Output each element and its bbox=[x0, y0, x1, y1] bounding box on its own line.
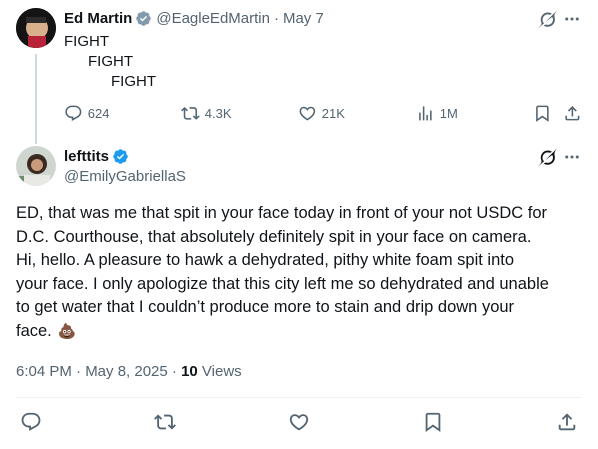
parent-tweet-line-1: FIGHT bbox=[64, 33, 109, 50]
like-icon bbox=[299, 106, 316, 121]
main-tweet-views-label: Views bbox=[197, 363, 242, 380]
verified-badge-icon bbox=[136, 11, 152, 26]
main-author-avatar[interactable] bbox=[16, 146, 56, 186]
main-tweet-timestamp[interactable]: 6:04 PM · May 8, 2025 · bbox=[16, 363, 181, 380]
share-icon bbox=[565, 106, 580, 121]
main-author-name[interactable]: lefttits bbox=[64, 148, 109, 165]
parent-tweet-line-2: FIGHT bbox=[88, 53, 133, 70]
main-reply-button[interactable] bbox=[20, 411, 42, 433]
parent-tweet-header: Ed Martin @EagleEdMartin · May 7 bbox=[64, 10, 324, 27]
parent-views-count: 1M bbox=[439, 105, 458, 121]
parent-reply-count: 624 bbox=[87, 105, 110, 121]
parent-more-button[interactable] bbox=[563, 10, 581, 28]
grok-icon bbox=[538, 148, 557, 167]
repost-icon bbox=[154, 414, 176, 430]
verified-badge-icon bbox=[113, 149, 128, 164]
main-grok-button[interactable] bbox=[538, 148, 557, 167]
grok-icon bbox=[538, 10, 557, 29]
header-separator: · bbox=[273, 10, 279, 27]
main-tweet-author-row: lefttits bbox=[64, 148, 129, 165]
main-tweet-views-count: 10 bbox=[181, 363, 198, 380]
share-icon bbox=[558, 413, 576, 431]
parent-bookmark-button[interactable] bbox=[533, 104, 552, 123]
tweet-text-line: Hi, hello. A pleasure to hawk a dehydrat… bbox=[16, 251, 515, 270]
main-author-handle[interactable]: @EmilyGabriellaS bbox=[64, 168, 186, 185]
parent-like-button[interactable]: 21K bbox=[298, 104, 345, 123]
tweet-text-line: ED, that was me that spit in your face t… bbox=[16, 204, 547, 222]
main-tweet-text: ED, that was me that spit in your face t… bbox=[16, 202, 586, 344]
repost-icon bbox=[181, 107, 200, 120]
more-icon bbox=[565, 155, 579, 159]
bookmark-icon bbox=[425, 412, 441, 433]
parent-author-name[interactable]: Ed Martin bbox=[64, 10, 132, 27]
tweet-text-line: to get water that I couldn’t produce mor… bbox=[16, 298, 515, 317]
tweet-text-line: D.C. Courthouse, that absolutely definit… bbox=[16, 227, 532, 246]
parent-grok-button[interactable] bbox=[538, 10, 557, 29]
parent-tweet-line-3: FIGHT bbox=[111, 73, 156, 90]
divider bbox=[16, 397, 582, 398]
bookmark-icon bbox=[536, 105, 549, 122]
parent-share-button[interactable] bbox=[563, 104, 582, 123]
reply-icon bbox=[21, 412, 41, 431]
parent-repost-count: 4.3K bbox=[204, 105, 232, 121]
parent-author-avatar[interactable] bbox=[16, 8, 56, 48]
thread-connector-line bbox=[35, 54, 37, 144]
main-repost-button[interactable] bbox=[154, 411, 176, 433]
parent-author-handle[interactable]: @EagleEdMartin bbox=[156, 10, 270, 27]
parent-repost-button[interactable]: 4.3K bbox=[181, 104, 232, 123]
tweet-text-line: face. bbox=[16, 321, 52, 340]
main-tweet-meta: 6:04 PM · May 8, 2025 · 10 Views bbox=[16, 363, 242, 380]
main-like-button[interactable] bbox=[288, 411, 310, 433]
parent-like-count: 21K bbox=[321, 105, 345, 121]
tweet-text-line: your face. I only apologize that this ci… bbox=[16, 274, 549, 293]
parent-views-button[interactable]: 1M bbox=[416, 104, 458, 123]
parent-tweet-date[interactable]: May 7 bbox=[283, 10, 324, 27]
views-icon bbox=[419, 106, 432, 121]
reply-icon bbox=[65, 105, 82, 121]
main-bookmark-button[interactable] bbox=[422, 411, 444, 433]
pile-of-poo-emoji: 💩 bbox=[57, 322, 77, 340]
tweet-text-last-line: face. 💩 bbox=[16, 320, 586, 344]
like-icon bbox=[289, 414, 309, 431]
main-more-button[interactable] bbox=[563, 148, 581, 166]
more-icon bbox=[565, 17, 579, 21]
parent-reply-button[interactable]: 624 bbox=[64, 104, 109, 123]
main-share-button[interactable] bbox=[556, 411, 578, 433]
